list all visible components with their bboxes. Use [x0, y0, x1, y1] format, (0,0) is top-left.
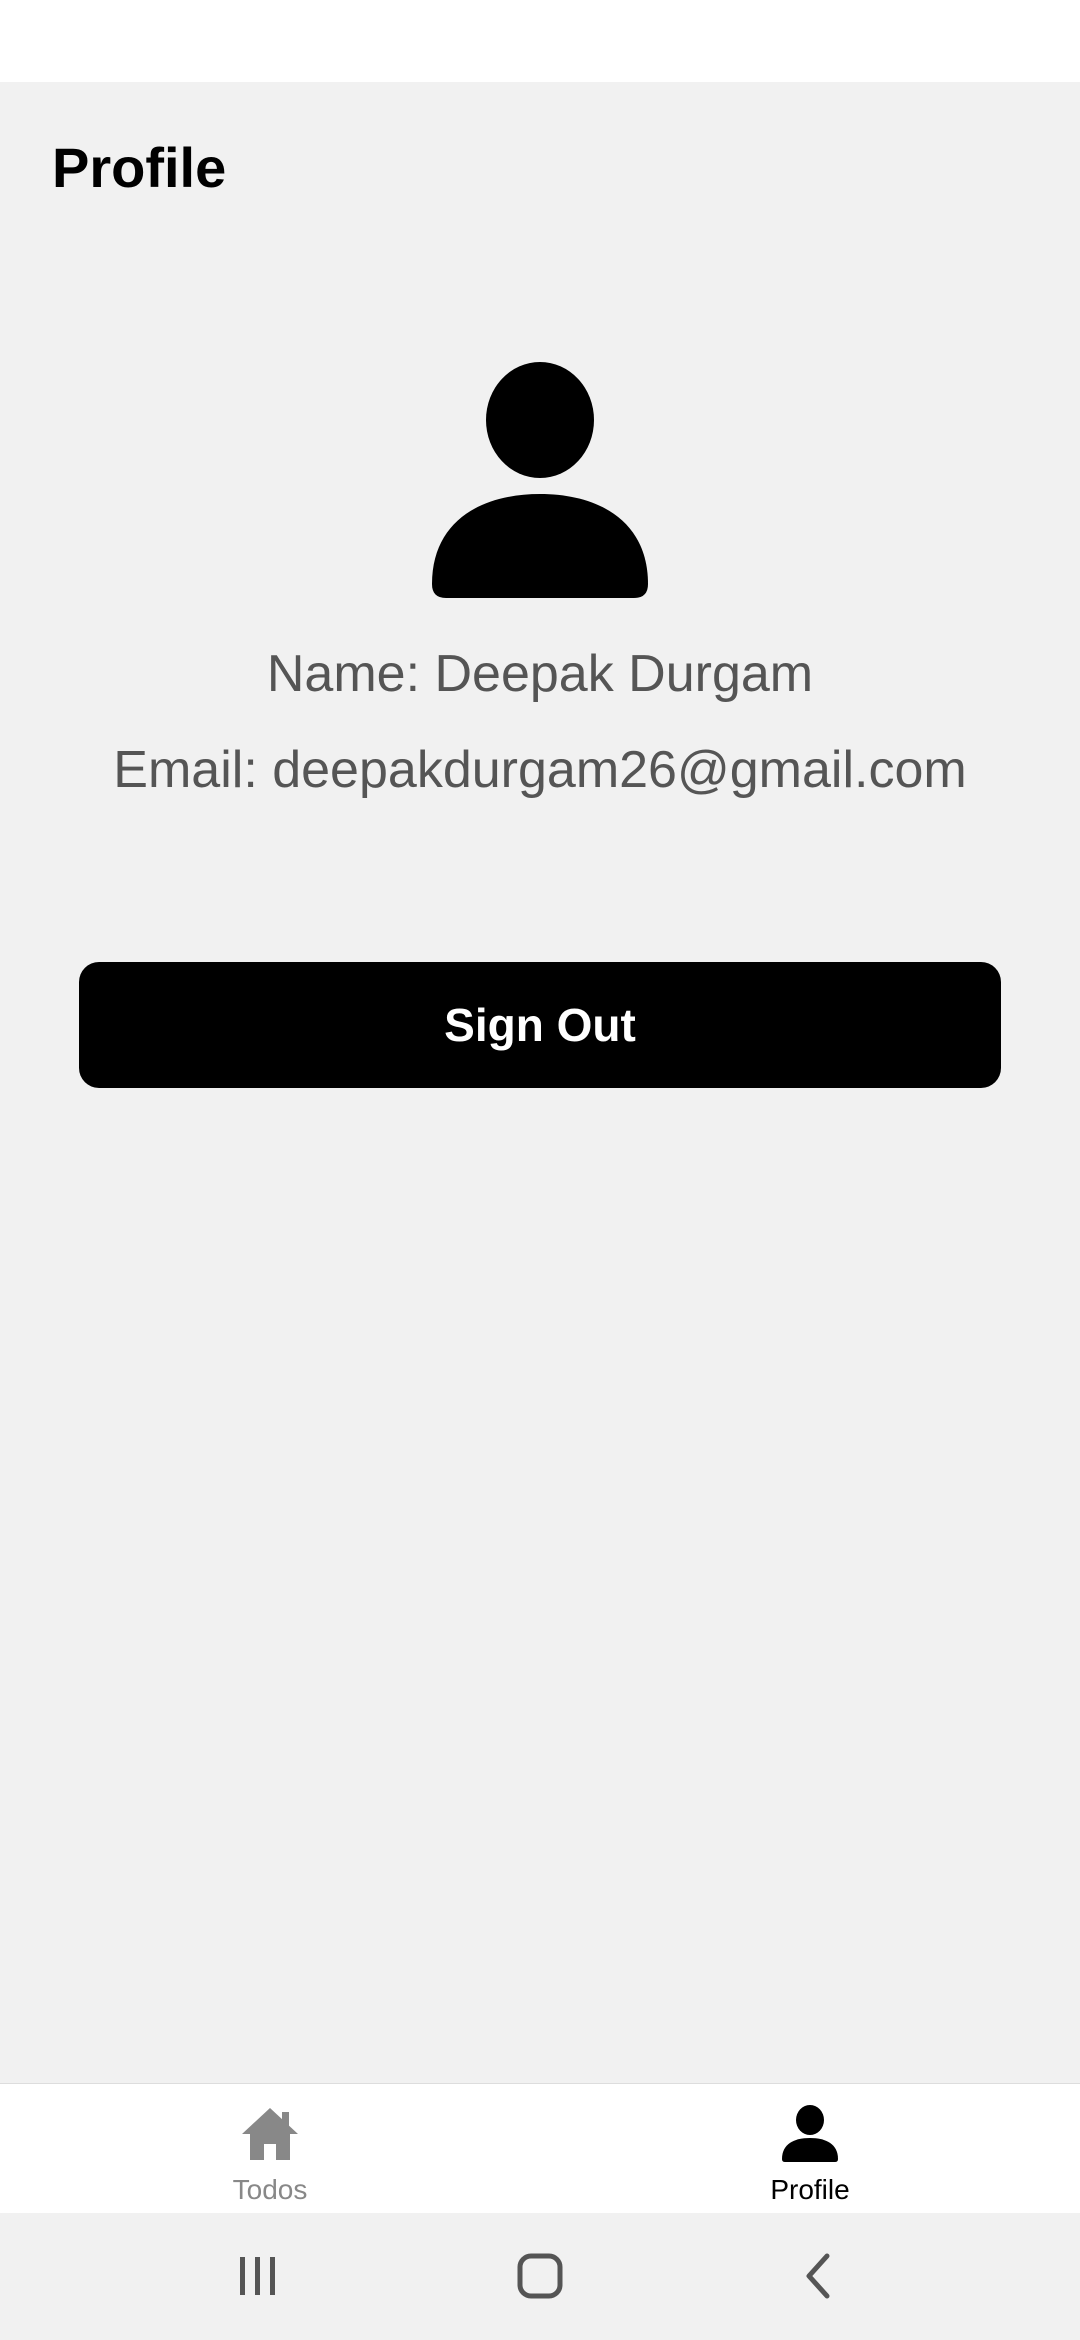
home-icon — [242, 2108, 298, 2160]
home-outline-icon[interactable] — [505, 2241, 575, 2311]
person-icon — [432, 362, 648, 598]
tab-todos[interactable]: Todos — [0, 2084, 540, 2214]
tab-label-profile: Profile — [770, 2174, 850, 2205]
status-bar — [0, 0, 1080, 82]
profile-screen: Profile Name: Deepak Durgam Email: deepa… — [0, 82, 1080, 2081]
recents-icon[interactable] — [223, 2241, 293, 2311]
tab-label-todos: Todos — [232, 2174, 308, 2205]
user-email: Email: deepakdurgam26@gmail.com — [113, 741, 967, 799]
person-icon — [782, 2105, 838, 2162]
system-navigation-bar — [0, 2213, 1080, 2340]
back-chevron-icon[interactable] — [785, 2241, 855, 2311]
bottom-tab-bar: Todos Profile — [0, 2083, 1080, 2214]
page-title: Profile — [52, 136, 227, 199]
user-name: Name: Deepak Durgam — [266, 645, 814, 703]
tab-profile[interactable]: Profile — [540, 2084, 1080, 2214]
sign-out-button[interactable]: Sign Out — [79, 962, 1001, 1088]
